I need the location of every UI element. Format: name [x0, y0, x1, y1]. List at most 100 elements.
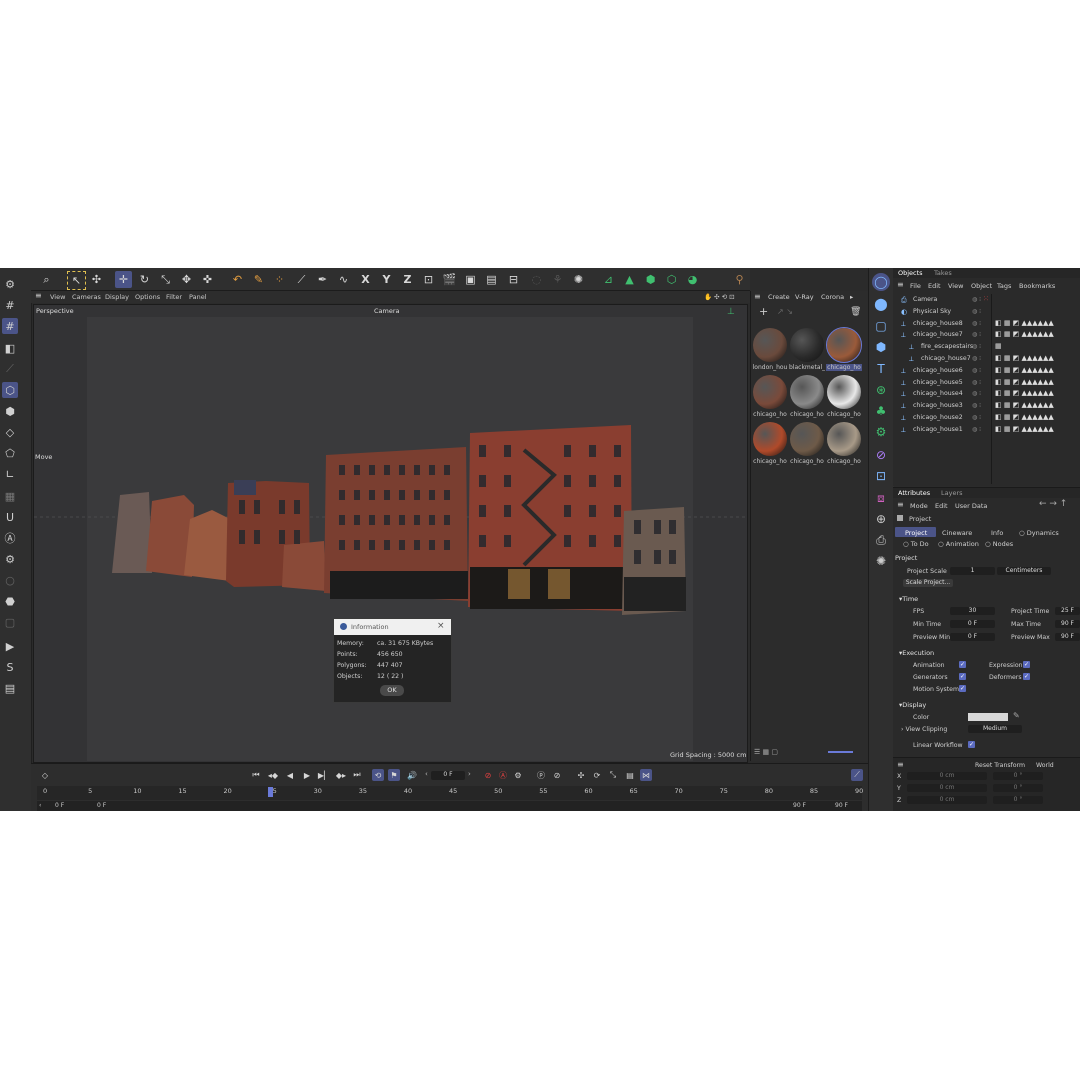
fcurve-icon[interactable]: ⟋	[851, 769, 863, 781]
object-row[interactable]: ⟂ fire_escapestairs ◍ ⁝ ▦	[893, 342, 1080, 353]
range-start2[interactable]: 0 F	[97, 802, 106, 809]
object-row[interactable]: ⟂ chicago_house7 ◍ ⁝ ◧ ▦ ◩ ▲▲▲▲▲▲	[893, 354, 1080, 365]
add-material-icon[interactable]: +	[759, 305, 768, 318]
material-menu-corona[interactable]: Corona	[821, 293, 844, 301]
material-tags[interactable]: ◧ ▦ ◩ ▲▲▲▲▲▲	[995, 330, 1054, 338]
square-icon[interactable]: ▢	[872, 317, 890, 335]
material-swatch[interactable]	[790, 328, 824, 362]
frame-arrows-right[interactable]: ›	[468, 770, 471, 778]
material-menu-vray[interactable]: V-Ray	[795, 293, 814, 301]
points-mode-icon[interactable]: ⬢	[2, 403, 18, 419]
render-active-icon[interactable]: ▣	[462, 271, 479, 288]
view-clipping-select[interactable]: Medium	[968, 725, 1022, 733]
s-icon[interactable]: S	[2, 659, 18, 675]
close-icon[interactable]: ×	[437, 621, 445, 631]
max-time-field[interactable]: 90 F	[1055, 620, 1080, 628]
coord-position-field[interactable]: 0 cm	[907, 772, 987, 780]
sound-icon[interactable]: 🔊	[406, 769, 418, 781]
record-icon[interactable]: ⊘	[482, 769, 494, 781]
render-settings-icon[interactable]: ▤	[483, 271, 500, 288]
cube-paint-icon[interactable]: ◧	[2, 340, 18, 356]
ok-button[interactable]: OK	[380, 685, 404, 696]
grid-icon[interactable]: #	[2, 297, 18, 313]
subtab-cineware[interactable]: Cineware	[942, 529, 972, 537]
expression-checkbox[interactable]: ✓	[1023, 661, 1030, 668]
material-label[interactable]: chicago_ho	[789, 411, 825, 418]
material-label[interactable]: chicago_ho	[826, 364, 862, 371]
object-name[interactable]: fire_escapestairs	[921, 343, 973, 350]
object-name[interactable]: Camera	[913, 296, 937, 303]
material-label[interactable]: chicago_ho	[826, 458, 862, 465]
picture-viewer-icon[interactable]: ⊟	[505, 271, 522, 288]
material-tags[interactable]: ◧ ▦ ◩ ▲▲▲▲▲▲	[995, 378, 1054, 386]
knife-icon[interactable]: ⟋	[293, 271, 310, 288]
object-row[interactable]: ⟂ chicago_house4 ◍ ⁝ ◧ ▦ ◩ ▲▲▲▲▲▲	[893, 389, 1080, 400]
transform2-icon[interactable]: ✜	[199, 271, 216, 288]
visibility-toggle[interactable]: ◍ ⁝	[972, 367, 981, 374]
section-display[interactable]: ▾Display	[899, 701, 926, 709]
coord-position-field[interactable]: 0 cm	[907, 784, 987, 792]
visibility-toggle[interactable]: ◍ ⁝	[972, 390, 981, 397]
disabled-icon-1[interactable]: ◌	[528, 271, 545, 288]
object-row[interactable]: ⟂ chicago_house1 ◍ ⁝ ◧ ▦ ◩ ▲▲▲▲▲▲	[893, 425, 1080, 436]
fps-field[interactable]: 30	[950, 607, 995, 615]
objects-menu-object[interactable]: Object	[971, 282, 992, 290]
go-to-end-icon[interactable]: ⏭	[351, 769, 363, 781]
object-name[interactable]: chicago_house3	[913, 402, 963, 409]
sparkle-icon[interactable]: ✺	[570, 271, 587, 288]
sphere-icon[interactable]: ◯	[872, 273, 890, 291]
key-pos-icon[interactable]: ⓟ	[535, 769, 547, 781]
light-icon[interactable]: ✺	[872, 552, 890, 570]
spline-pen-icon[interactable]: ✒	[314, 271, 331, 288]
reset-transform-button[interactable]: Reset Transform	[975, 762, 1025, 769]
material-tags[interactable]: ◧ ▦ ◩ ▲▲▲▲▲▲	[995, 389, 1054, 397]
transform-icon[interactable]: ✥	[178, 271, 195, 288]
warning-icon[interactable]: ▲	[621, 271, 638, 288]
key-pla-icon[interactable]: ⋈	[640, 769, 652, 781]
coordinate-system-icon[interactable]: ⊡	[420, 271, 437, 288]
animation-checkbox[interactable]: ✓	[959, 661, 966, 668]
ruler-icon[interactable]: ⊿	[600, 271, 617, 288]
scale-icon[interactable]: ⤡	[157, 271, 174, 288]
object-row[interactable]: ◐ Physical Sky ◍ ⁝	[893, 307, 1080, 318]
material-size-slider[interactable]	[828, 751, 853, 753]
color-swatch[interactable]	[968, 713, 1008, 721]
tab-attributes[interactable]: Attributes	[898, 489, 930, 497]
material-arrows-icon[interactable]: ↗ ↘	[777, 307, 793, 316]
range-start-arrow[interactable]: ‹	[39, 802, 41, 809]
material-tags[interactable]: ◧ ▦ ◩ ▲▲▲▲▲▲	[995, 413, 1054, 421]
select-icon[interactable]: ↖	[67, 271, 86, 290]
tab-layers[interactable]: Layers	[941, 489, 963, 497]
object-name[interactable]: chicago_house8	[913, 320, 963, 327]
deformer-icon[interactable]: ⊘	[872, 446, 890, 464]
cube-icon[interactable]: ⬢	[872, 338, 890, 356]
play-icon[interactable]: ▶	[301, 769, 313, 781]
material-label[interactable]: blackmetal_	[789, 364, 825, 371]
playhead[interactable]	[268, 787, 273, 797]
magnet-icon[interactable]: Ս	[2, 509, 18, 525]
render-view-icon[interactable]: ▶	[2, 638, 18, 654]
object-row[interactable]: ⟂ chicago_house6 ◍ ⁝ ◧ ▦ ◩ ▲▲▲▲▲▲	[893, 366, 1080, 377]
material-menu-more[interactable]: ▸	[850, 293, 853, 301]
project-scale-unit-select[interactable]: Centimeters	[997, 567, 1051, 575]
material-tags[interactable]: ◧ ▦ ◩ ▲▲▲▲▲▲	[995, 354, 1054, 362]
material-swatch[interactable]	[827, 375, 861, 409]
autokey-icon[interactable]: Ⓐ	[497, 769, 509, 781]
visibility-toggle[interactable]: ◍ ⁝	[972, 355, 981, 362]
material-label[interactable]: chicago_ho	[752, 411, 788, 418]
visibility-toggle[interactable]: ◍ ⁝	[972, 402, 981, 409]
model-mode-icon[interactable]: ⬡	[2, 382, 18, 398]
generator-icon[interactable]: ⊛	[872, 381, 890, 399]
undo-icon[interactable]: ↶	[229, 271, 246, 288]
blob-icon[interactable]: ◕	[684, 271, 701, 288]
subtab-nodes[interactable]: ○ Nodes	[985, 540, 1013, 548]
material-tags[interactable]: ◧ ▦ ◩ ▲▲▲▲▲▲	[995, 319, 1054, 327]
key-rotate-icon[interactable]: ⟳	[591, 769, 603, 781]
key-param-icon[interactable]: ▤	[624, 769, 636, 781]
dots-icon[interactable]: ⁘	[271, 271, 288, 288]
figure-icon[interactable]: ⚲	[731, 271, 748, 288]
object-row[interactable]: ⎙ Camera ◍ ⁝ ⁙	[893, 295, 1080, 306]
visibility-toggle[interactable]: ◍ ⁝	[972, 414, 981, 421]
section-execution[interactable]: ▾Execution	[899, 649, 934, 657]
range-end2[interactable]: 90 F	[835, 802, 848, 809]
